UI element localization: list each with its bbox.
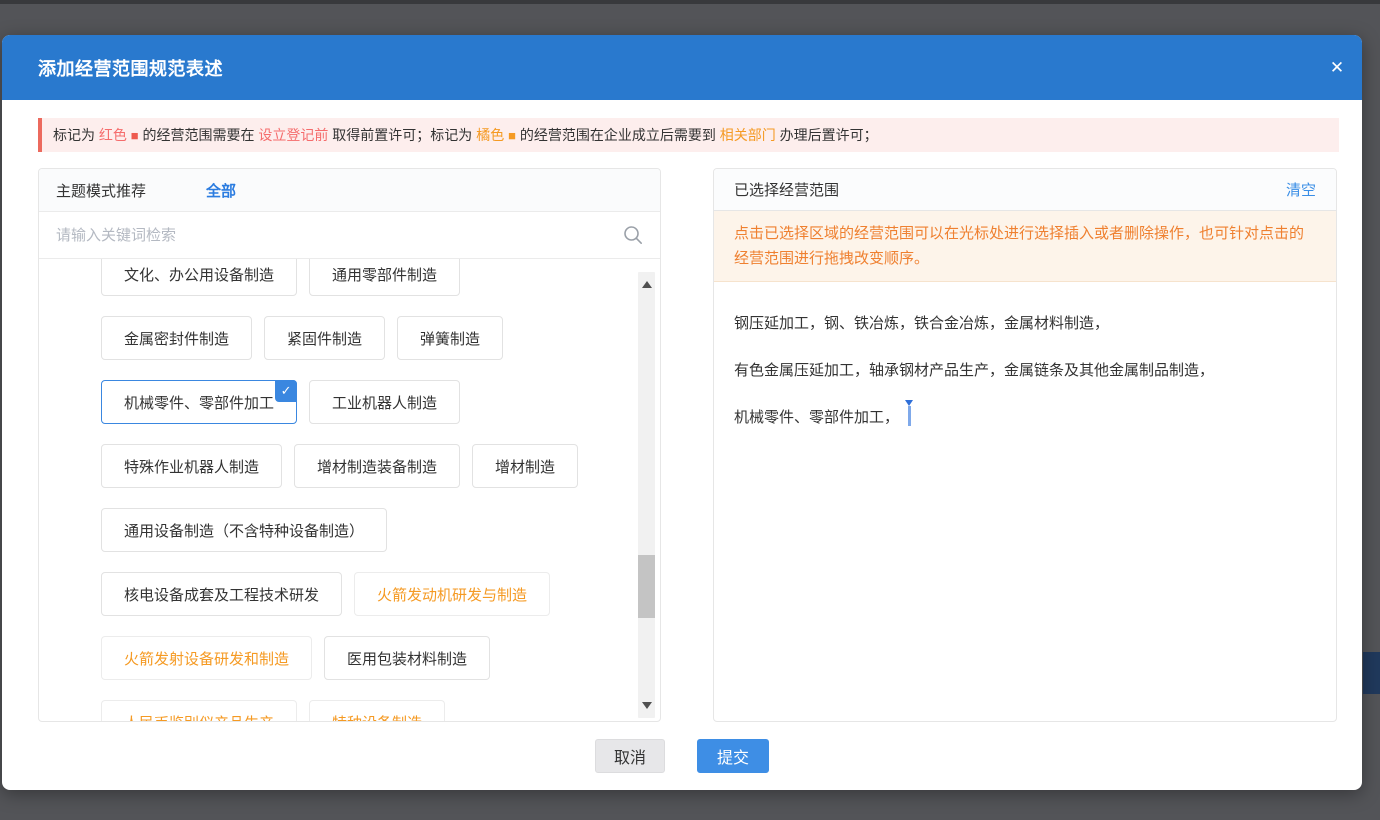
alert-text-segment: 红色 (99, 127, 131, 143)
category-row: 机械零件、零部件加工✓ 工业机器人制造 (101, 380, 620, 424)
category-button[interactable]: 核电设备成套及工程技术研发 (101, 572, 342, 616)
category-button[interactable]: 通用设备制造（不含特种设备制造） (101, 508, 387, 552)
category-button[interactable]: 增材制造 (472, 444, 578, 488)
scope-line[interactable]: 钢压延加工，钢、铁冶炼，铁合金冶炼，金属材料制造， (734, 312, 1316, 336)
category-button[interactable]: 通用零部件制造 (309, 259, 460, 296)
dialog-title: 添加经营范围规范表述 (38, 55, 223, 81)
scrollbar-up-arrow-icon[interactable] (642, 281, 652, 288)
check-badge-icon: ✓ (275, 380, 297, 402)
scrollbar-thumb[interactable] (638, 555, 655, 618)
search-icon[interactable] (622, 224, 644, 246)
search-row (39, 212, 660, 259)
alert-text-segment: 办理后置许可； (776, 127, 878, 143)
category-row: 人民币鉴别仪产品生产特种设备制造 (101, 700, 620, 721)
selected-scope-header: 已选择经营范围 清空 (714, 169, 1336, 211)
alert-bar: 标记为 红色 ■ 的经营范围需要在 设立登记前 取得前置许可；标记为 橘色 ■ … (38, 118, 1339, 152)
text-cursor-icon (908, 406, 911, 426)
left-tab-1[interactable]: 全部 (206, 180, 236, 201)
scrollbar[interactable] (638, 272, 655, 718)
selected-scope-notice: 点击已选择区域的经营范围可以在光标处进行选择插入或者删除操作，也可针对点击的经营… (714, 211, 1336, 282)
selected-scope-panel: 已选择经营范围 清空 点击已选择区域的经营范围可以在光标处进行选择插入或者删除操… (713, 168, 1337, 722)
alert-text: 标记为 红色 ■ 的经营范围需要在 设立登记前 取得前置许可；标记为 橘色 ■ … (53, 125, 878, 145)
category-scroll-area: 文化、办公用设备制造通用零部件制造金属密封件制造紧固件制造弹簧制造机械零件、零部… (39, 259, 660, 721)
alert-text-segment: 取得前置许可；标记为 (328, 127, 476, 143)
category-button[interactable]: 医用包装材料制造 (324, 636, 490, 680)
selected-scope-area[interactable]: 钢压延加工，钢、铁冶炼，铁合金冶炼，金属材料制造， 有色金属压延加工，轴承钢材产品… (714, 282, 1336, 721)
cancel-button[interactable]: 取消 (595, 739, 665, 773)
background-content-patch (1363, 652, 1380, 694)
close-icon[interactable]: ✕ (1320, 51, 1354, 85)
alert-text-segment: 橘色 (476, 127, 508, 143)
category-button[interactable]: 工业机器人制造 (309, 380, 460, 424)
category-button[interactable]: 机械零件、零部件加工✓ (101, 380, 297, 424)
clear-button[interactable]: 清空 (1286, 179, 1316, 200)
category-row: 金属密封件制造紧固件制造弹簧制造 (101, 316, 620, 360)
category-row: 核电设备成套及工程技术研发火箭发动机研发与制造 (101, 572, 620, 616)
category-button[interactable]: 金属密封件制造 (101, 316, 252, 360)
category-row: 文化、办公用设备制造通用零部件制造 (101, 259, 620, 296)
category-button[interactable]: 火箭发射设备研发和制造 (101, 636, 312, 680)
alert-text-segment: 设立登记前 (258, 127, 328, 143)
category-row: 特殊作业机器人制造增材制造装备制造增材制造 (101, 444, 620, 488)
category-panel: 主题模式推荐 全部 文化、办公用设备制造通用零部件制造金属密封件制造紧固件制造弹簧… (38, 168, 661, 722)
category-button[interactable]: 文化、办公用设备制造 (101, 259, 297, 296)
category-row: 通用设备制造（不含特种设备制造） (101, 508, 620, 552)
category-row: 火箭发射设备研发和制造医用包装材料制造 (101, 636, 620, 680)
background-overlay-top (0, 0, 1380, 4)
category-button[interactable]: 人民币鉴别仪产品生产 (101, 700, 297, 721)
orange-square-icon: ■ (508, 128, 516, 143)
alert-text-segment: 标记为 (53, 127, 99, 143)
left-tab-0[interactable]: 主题模式推荐 (56, 180, 146, 201)
category-button[interactable]: 弹簧制造 (397, 316, 503, 360)
category-button[interactable]: 紧固件制造 (264, 316, 385, 360)
search-input[interactable] (56, 227, 614, 244)
submit-button[interactable]: 提交 (697, 739, 769, 773)
scope-line[interactable]: 机械零件、零部件加工， (734, 406, 1316, 430)
category-list: 文化、办公用设备制造通用零部件制造金属密封件制造紧固件制造弹簧制造机械零件、零部… (101, 259, 620, 721)
alert-text-segment: 相关部门 (720, 127, 776, 143)
left-tabs: 主题模式推荐 全部 (39, 169, 660, 212)
add-business-scope-dialog: 添加经营范围规范表述 ✕ 标记为 红色 ■ 的经营范围需要在 设立登记前 取得前… (2, 35, 1362, 790)
selected-scope-title: 已选择经营范围 (734, 179, 1286, 200)
scope-line[interactable]: 有色金属压延加工，轴承钢材产品生产，金属链条及其他金属制品制造， (734, 359, 1316, 383)
dialog-footer: 取消 提交 (2, 722, 1362, 790)
alert-text-segment: 的经营范围需要在 (139, 127, 259, 143)
category-button[interactable]: 火箭发动机研发与制造 (354, 572, 550, 616)
scrollbar-down-arrow-icon[interactable] (642, 702, 652, 709)
category-button[interactable]: 特殊作业机器人制造 (101, 444, 282, 488)
dialog-body: 主题模式推荐 全部 文化、办公用设备制造通用零部件制造金属密封件制造紧固件制造弹簧… (38, 168, 1337, 722)
category-button[interactable]: 增材制造装备制造 (294, 444, 460, 488)
dialog-header: 添加经营范围规范表述 ✕ (2, 35, 1362, 100)
category-button[interactable]: 特种设备制造 (309, 700, 445, 721)
alert-text-segment: 的经营范围在企业成立后需要到 (516, 127, 720, 143)
red-square-icon: ■ (131, 128, 139, 143)
